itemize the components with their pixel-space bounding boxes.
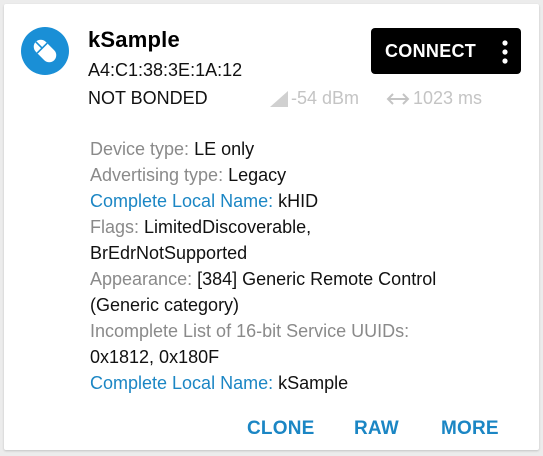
more-button[interactable]: MORE [441, 418, 499, 440]
device-card: kSample A4:C1:38:3E:1A:12 NOT BONDED -54… [4, 4, 539, 450]
service-uuids-label: Incomplete List of 16-bit Service UUIDs: [90, 321, 410, 341]
appearance-label: Appearance: [90, 269, 193, 289]
interval-indicator: 1023 ms [386, 88, 482, 109]
raw-button[interactable]: RAW [354, 418, 399, 440]
service-uuids-value-row: 0x1812, 0x180F [90, 344, 436, 370]
clone-button[interactable]: CLONE [247, 418, 315, 440]
appearance-row-continued: (Generic category) [90, 292, 436, 318]
device-type-label: Device type: [90, 139, 190, 159]
advertising-type-label: Advertising type: [90, 165, 224, 185]
complete-local-name-value-2: kSample [278, 373, 349, 393]
connect-button[interactable]: CONNECT [371, 28, 521, 74]
complete-local-name-label: Complete Local Name: [90, 191, 274, 211]
remote-control-icon [21, 27, 69, 75]
device-name: kSample [88, 27, 180, 52]
flags-value-continued: BrEdrNotSupported [90, 243, 248, 263]
bond-state: NOT BONDED [88, 88, 208, 108]
interval-arrows-icon [386, 92, 410, 105]
appearance-row: Appearance: [384] Generic Remote Control [90, 266, 436, 292]
appearance-value-continued: (Generic category) [90, 295, 240, 315]
device-type-row: Device type: LE only [90, 136, 436, 162]
more-vert-icon[interactable] [497, 39, 513, 65]
rssi-value: -54 dBm [291, 88, 360, 108]
flags-value: LimitedDiscoverable, [144, 217, 312, 237]
advertising-type-value: Legacy [228, 165, 287, 185]
complete-local-name-row: Complete Local Name: kHID [90, 188, 436, 214]
advertising-type-row: Advertising type: Legacy [90, 162, 436, 188]
device-address: A4:C1:38:3E:1A:12 [88, 60, 243, 80]
service-uuids-value: 0x1812, 0x180F [90, 347, 220, 367]
complete-local-name-row-2: Complete Local Name: kSample [90, 370, 436, 396]
complete-local-name-value: kHID [278, 191, 319, 211]
appearance-value: [384] Generic Remote Control [197, 269, 437, 289]
flags-label: Flags: [90, 217, 140, 237]
flags-row: Flags: LimitedDiscoverable, [90, 214, 436, 240]
device-type-value: LE only [194, 139, 255, 159]
service-uuids-label-row: Incomplete List of 16-bit Service UUIDs: [90, 318, 436, 344]
interval-value: 1023 ms [413, 88, 483, 108]
connect-button-label: CONNECT [385, 41, 477, 61]
complete-local-name-label-2: Complete Local Name: [90, 373, 274, 393]
rssi-indicator: -54 dBm [269, 88, 359, 109]
flags-row-continued: BrEdrNotSupported [90, 240, 436, 266]
signal-strength-icon [270, 90, 288, 107]
advertisement-details: Device type: LE only Advertising type: L… [90, 136, 436, 396]
